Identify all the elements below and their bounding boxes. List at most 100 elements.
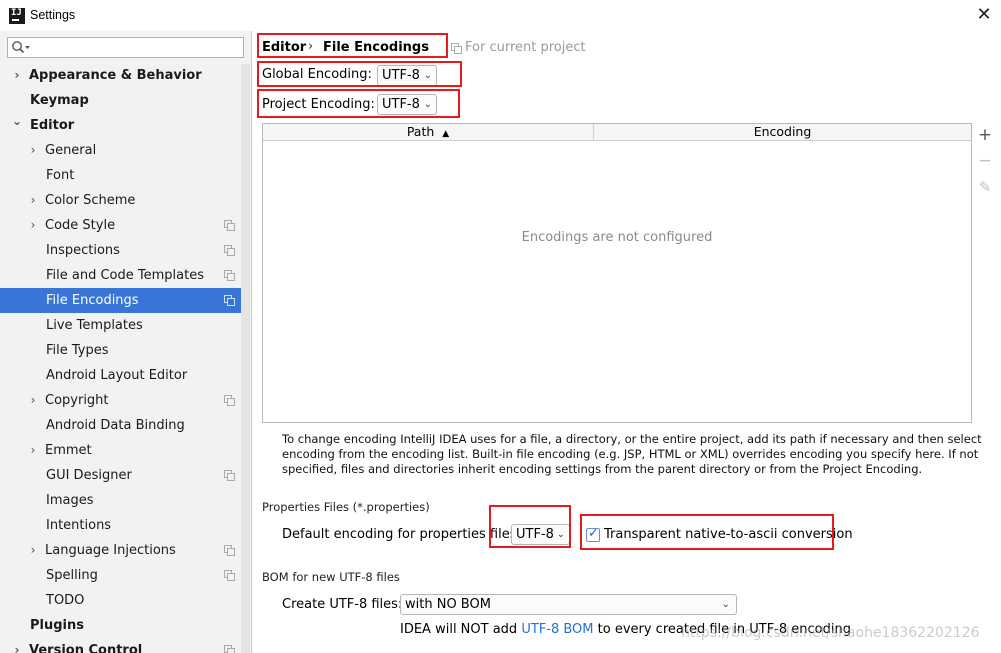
add-icon[interactable]: + (973, 123, 997, 147)
highlight-box-native-to-ascii (580, 514, 834, 550)
chevron-right-icon[interactable]: › (27, 213, 39, 238)
sidebar-item-todo[interactable]: TODO (0, 588, 241, 613)
sidebar-item-color-scheme[interactable]: › Color Scheme (0, 188, 241, 213)
highlight-box-breadcrumb (257, 33, 448, 58)
chevron-right-icon[interactable]: › (27, 438, 39, 463)
sidebar-item-inspections[interactable]: Inspections (0, 238, 241, 263)
scope-hint-text: For current project (465, 40, 586, 55)
sidebar-item-label: Language Injections (45, 543, 176, 558)
sidebar-item-label: Android Data Binding (46, 418, 185, 433)
bom-select-value: with NO BOM (405, 597, 491, 612)
search-field[interactable] (7, 37, 244, 58)
highlight-box-properties-encoding (489, 505, 571, 548)
sidebar-item-keymap[interactable]: Keymap (0, 88, 241, 113)
sidebar-item-label: Android Layout Editor (46, 368, 188, 383)
chevron-right-icon[interactable]: › (27, 388, 39, 413)
sidebar-item-live-templates[interactable]: Live Templates (0, 313, 241, 338)
project-scope-icon (224, 645, 235, 653)
sidebar-item-version-control[interactable]: › Version Control (0, 638, 241, 653)
help-text: To change encoding IntelliJ IDEA uses fo… (282, 432, 982, 476)
table-header: Path ▲ Encoding (263, 124, 971, 141)
sidebar-item-file-types[interactable]: File Types (0, 338, 241, 363)
sidebar-item-copyright[interactable]: › Copyright (0, 388, 241, 413)
sidebar-item-spelling[interactable]: Spelling (0, 563, 241, 588)
remove-icon[interactable]: − (973, 149, 997, 173)
sidebar-item-file-encodings[interactable]: File Encodings (0, 288, 241, 313)
project-scope-icon (224, 295, 235, 306)
project-scope-icon (224, 570, 235, 581)
sidebar-item-images[interactable]: Images (0, 488, 241, 513)
chevron-right-icon[interactable]: › (27, 138, 39, 163)
column-header-path[interactable]: Path ▲ (263, 124, 593, 141)
sidebar-item-android-data-binding[interactable]: Android Data Binding (0, 413, 241, 438)
sidebar-item-android-layout-editor[interactable]: Android Layout Editor (0, 363, 241, 388)
window-title: Settings (30, 8, 76, 22)
sidebar-item-label: TODO (46, 593, 85, 608)
chevron-right-icon[interactable]: › (27, 538, 39, 563)
sidebar-item-label: Color Scheme (45, 193, 136, 208)
chevron-right-icon[interactable]: › (27, 188, 39, 213)
sidebar-item-label: Images (46, 493, 94, 508)
bom-note-prefix: IDEA will NOT add (400, 622, 522, 637)
chevron-right-icon[interactable]: › (11, 63, 23, 88)
sidebar-item-label: Copyright (45, 393, 109, 408)
bom-select[interactable]: with NO BOM ⌄ (400, 594, 737, 615)
sidebar-item-label: File Encodings (46, 293, 139, 308)
sidebar-item-label: File Types (46, 343, 109, 358)
project-scope-icon (451, 43, 462, 54)
sidebar-item-label: Keymap (30, 93, 89, 108)
sidebar-item-file-and-code-templates[interactable]: File and Code Templates (0, 263, 241, 288)
scope-hint: For current project (451, 40, 586, 55)
highlight-box-global-encoding (257, 61, 462, 87)
sidebar-item-label: Appearance & Behavior (29, 68, 202, 83)
sidebar-item-label: Version Control (29, 643, 143, 653)
sidebar-item-label: General (45, 143, 97, 158)
sidebar-item-label: Spelling (46, 568, 98, 583)
search-input[interactable] (32, 39, 240, 56)
settings-sidebar: › Appearance & Behavior Keymap ⌄ Editor … (0, 31, 251, 653)
sidebar-item-general[interactable]: › General (0, 138, 241, 163)
sidebar-item-label: Font (46, 168, 75, 183)
intellij-icon: IJ (9, 8, 25, 24)
sidebar-item-code-style[interactable]: › Code Style (0, 213, 241, 238)
sidebar-item-plugins[interactable]: Plugins (0, 613, 241, 638)
sidebar-item-font[interactable]: Font (0, 163, 241, 188)
sidebar-item-gui-designer[interactable]: GUI Designer (0, 463, 241, 488)
chevron-down-icon: ⌄ (721, 599, 730, 610)
sidebar-item-intentions[interactable]: Intentions (0, 513, 241, 538)
project-scope-icon (224, 470, 235, 481)
search-icon (12, 41, 30, 54)
sidebar-divider (251, 31, 252, 653)
encodings-table[interactable]: Path ▲ Encoding Encodings are not config… (262, 123, 972, 423)
table-empty-message: Encodings are not configured (521, 230, 713, 245)
project-scope-icon (224, 545, 235, 556)
chevron-down-icon[interactable]: ⌄ (11, 109, 23, 134)
utf8-bom-link[interactable]: UTF-8 BOM (521, 622, 593, 637)
project-scope-icon (224, 395, 235, 406)
properties-section-title: Properties Files (*.properties) (262, 500, 430, 514)
sidebar-scrollbar[interactable] (241, 64, 250, 653)
highlight-box-project-encoding (257, 89, 460, 118)
table-toolbar: + − ✎ (973, 123, 997, 423)
sidebar-item-label: Editor (30, 118, 75, 133)
column-header-label: Path (406, 124, 435, 139)
project-scope-icon (224, 270, 235, 281)
sidebar-item-emmet[interactable]: › Emmet (0, 438, 241, 463)
sidebar-item-label: Live Templates (46, 318, 143, 333)
settings-tree: › Appearance & Behavior Keymap ⌄ Editor … (0, 63, 241, 653)
create-utf8-label: Create UTF-8 files: (282, 597, 403, 612)
sidebar-item-editor[interactable]: ⌄ Editor (0, 113, 241, 138)
sidebar-item-label: Intentions (46, 518, 112, 533)
column-header-encoding[interactable]: Encoding (594, 124, 971, 141)
edit-icon[interactable]: ✎ (973, 175, 997, 199)
chevron-right-icon[interactable]: › (11, 638, 23, 653)
project-scope-icon (224, 220, 235, 231)
sidebar-item-appearance-behavior[interactable]: › Appearance & Behavior (0, 63, 241, 88)
close-icon[interactable]: ✕ (973, 4, 995, 26)
sidebar-item-label: Code Style (45, 218, 116, 233)
sort-ascending-icon: ▲ (442, 129, 450, 139)
sidebar-item-label: Inspections (46, 243, 120, 258)
sidebar-item-language-injections[interactable]: › Language Injections (0, 538, 241, 563)
sidebar-item-label: GUI Designer (46, 468, 132, 483)
project-scope-icon (224, 245, 235, 256)
